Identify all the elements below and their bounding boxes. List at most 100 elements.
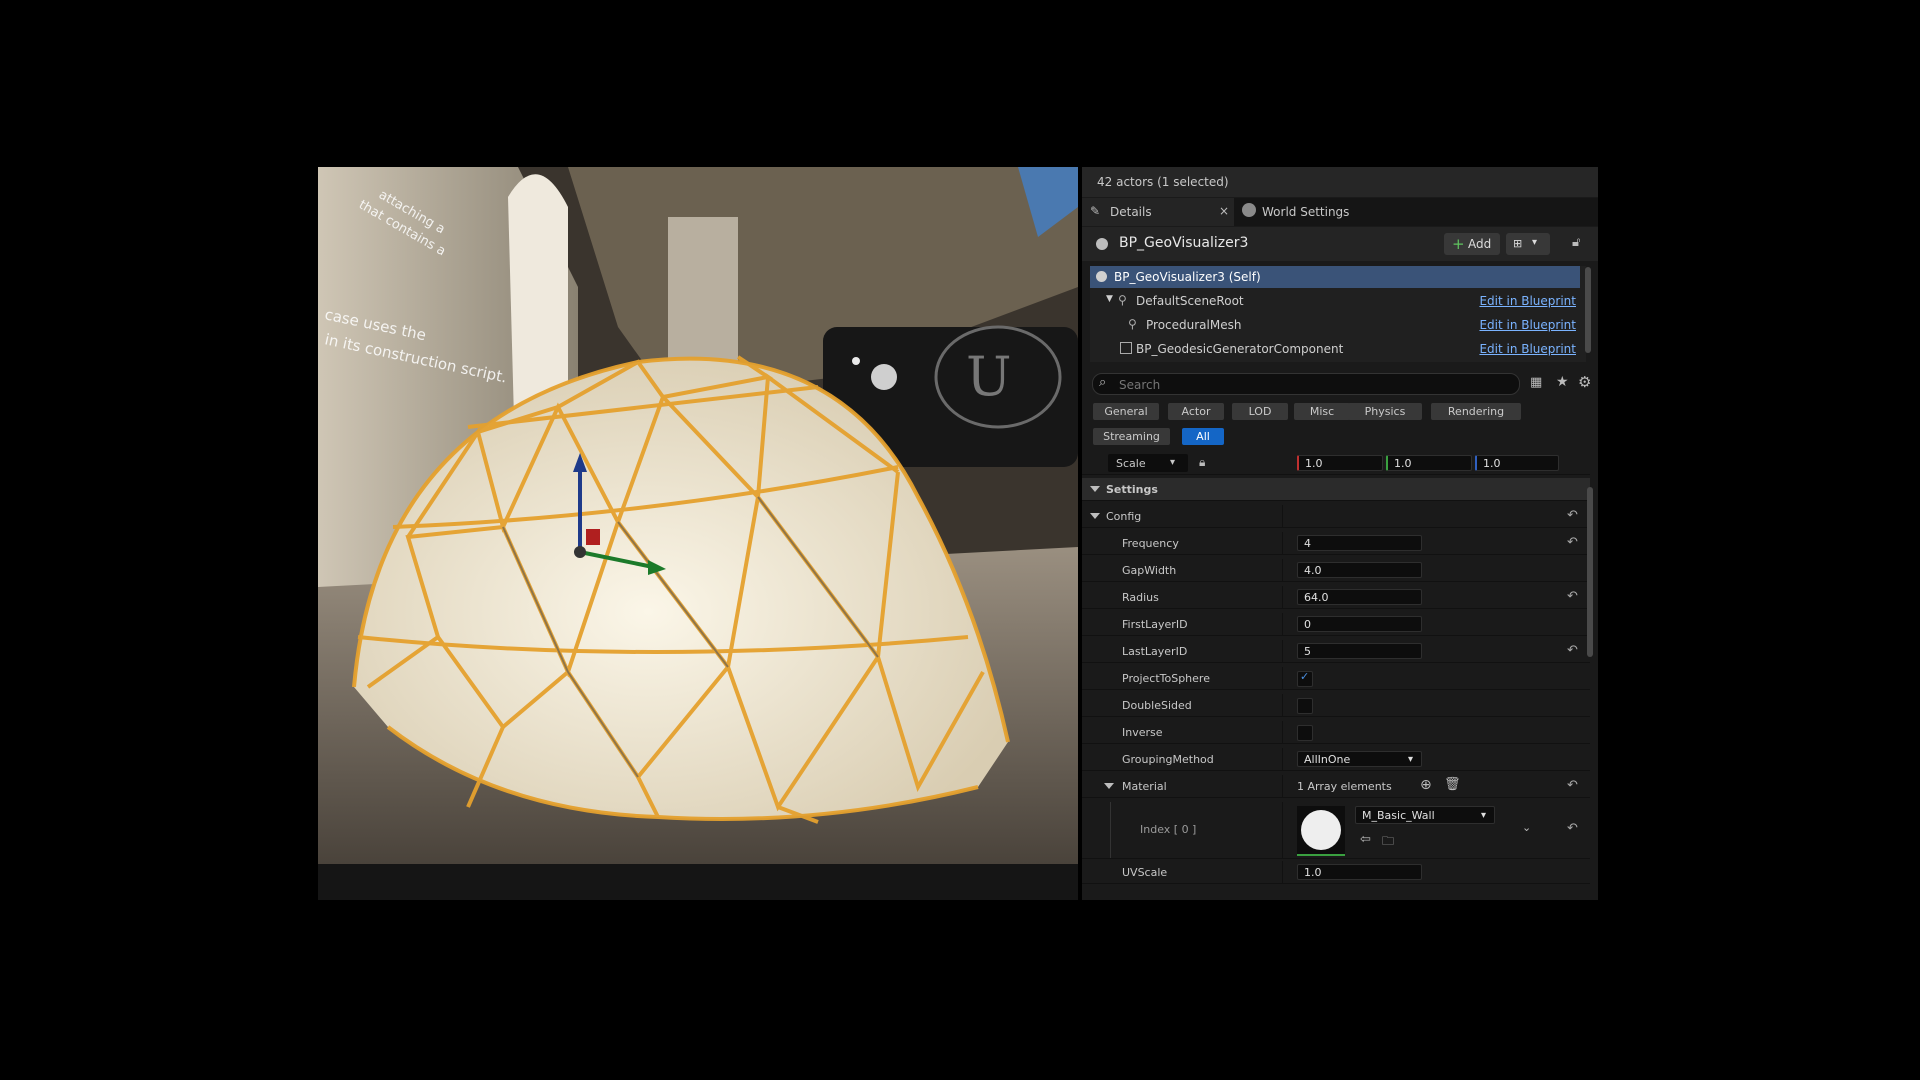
filter-all[interactable]: All (1182, 428, 1224, 445)
filter-actor[interactable]: Actor (1168, 403, 1224, 420)
column-divider (1282, 802, 1283, 858)
tree-scrollbar[interactable] (1585, 267, 1591, 353)
filter-physics[interactable]: Physics (1348, 403, 1422, 420)
add-component-button[interactable]: + Add (1444, 233, 1500, 255)
doublesided-checkbox[interactable] (1297, 698, 1313, 714)
table-view-icon[interactable]: ▦ (1530, 375, 1542, 390)
trash-icon[interactable]: 🗑︎ (1444, 777, 1461, 792)
actor-header: BP_GeoVisualizer3 + Add ⊞ ▾ 🔓︎ (1082, 227, 1598, 261)
tree-item-label: BP_GeodesicGeneratorComponent (1136, 342, 1344, 356)
actor-sphere-icon (1096, 271, 1107, 282)
tree-item-label: DefaultSceneRoot (1136, 294, 1244, 308)
scale-z-field[interactable]: 1.0 (1475, 455, 1559, 471)
tab-world-settings-label: World Settings (1262, 205, 1350, 219)
star-icon[interactable]: ★ (1556, 374, 1569, 390)
column-divider (1282, 532, 1283, 554)
reset-icon[interactable]: ↶ (1567, 589, 1578, 604)
tab-world-settings[interactable]: World Settings (1236, 198, 1376, 226)
scale-mode-select[interactable]: Scale ▾ (1108, 454, 1188, 472)
prop-label: GapWidth (1122, 564, 1177, 577)
section-settings-label: Settings (1106, 483, 1158, 496)
details-scrollbar[interactable] (1587, 487, 1593, 657)
tab-details[interactable]: ✎ Details × (1082, 198, 1234, 226)
prop-uvscale: UVScale 1.0 (1082, 861, 1590, 884)
column-divider (1282, 559, 1283, 581)
search-input[interactable] (1117, 375, 1511, 394)
panel-tabs: ✎ Details × World Settings (1082, 198, 1598, 226)
blueprint-options-button[interactable]: ⊞ ▾ (1506, 233, 1550, 255)
projecttosphere-checkbox[interactable]: ✓ (1297, 670, 1313, 687)
gapwidth-input[interactable]: 4.0 (1297, 562, 1422, 578)
uvscale-input[interactable]: 1.0 (1297, 864, 1422, 880)
filter-lod[interactable]: LOD (1232, 403, 1288, 420)
filter-rendering[interactable]: Rendering (1431, 403, 1521, 420)
prop-label: GroupingMethod (1122, 753, 1214, 766)
subsection-config[interactable]: Config ↶ (1082, 505, 1590, 528)
expand-arrow-icon[interactable] (1104, 783, 1114, 789)
prop-projecttosphere: ProjectToSphere ✓ (1082, 667, 1590, 690)
details-panel: 42 actors (1 selected) ✎ Details × World… (1082, 167, 1598, 900)
reset-icon[interactable]: ↶ (1567, 508, 1578, 523)
lock-icon[interactable]: 🔒︎ (1199, 455, 1205, 470)
tree-item-self[interactable]: BP_GeoVisualizer3 (Self) (1090, 266, 1580, 288)
search-icon: ⌕ (1099, 375, 1107, 390)
add-element-icon[interactable]: ⊕ (1420, 777, 1432, 793)
edit-in-blueprint-link[interactable]: Edit in Blueprint (1479, 318, 1576, 332)
reset-icon[interactable]: ↶ (1567, 643, 1578, 658)
prop-label: ProjectToSphere (1122, 672, 1210, 685)
prop-inverse: Inverse (1082, 721, 1590, 744)
edit-in-blueprint-link[interactable]: Edit in Blueprint (1479, 342, 1576, 356)
inverse-checkbox[interactable] (1297, 725, 1313, 741)
actor-component-icon (1120, 342, 1132, 354)
lastlayerid-input[interactable]: 5 (1297, 643, 1422, 659)
actor-count-label: 42 actors (1 selected) (1097, 175, 1229, 189)
prop-label: Index [ 0 ] (1140, 823, 1197, 836)
tab-details-label: Details (1110, 205, 1152, 219)
scene-component-icon: ⚲ (1118, 293, 1127, 307)
reset-icon[interactable]: ↶ (1567, 778, 1578, 793)
viewport-status-bar (318, 864, 1078, 900)
prop-gapwidth: GapWidth 4.0 (1082, 559, 1590, 582)
actor-sphere-icon (1096, 238, 1108, 250)
filter-general[interactable]: General (1093, 403, 1159, 420)
globe-icon (1242, 203, 1256, 217)
material-asset-picker[interactable]: M_Basic_Wall ▾ (1355, 806, 1495, 824)
firstlayerid-input[interactable]: 0 (1297, 616, 1422, 632)
gear-icon[interactable]: ⚙ (1578, 373, 1591, 391)
component-tree: BP_GeoVisualizer3 (Self) ▼ ⚲ DefaultScen… (1090, 266, 1586, 362)
chevron-down-icon[interactable]: ⌄ (1522, 821, 1531, 834)
use-selected-icon[interactable]: ⇦ (1360, 832, 1371, 847)
svg-text:U: U (966, 345, 1012, 408)
scale-x-field[interactable]: 1.0 (1297, 455, 1383, 471)
reset-icon[interactable]: ↶ (1567, 821, 1578, 836)
prop-label: Inverse (1122, 726, 1163, 739)
column-divider (1282, 775, 1283, 797)
tree-item-defaultsceneroot[interactable]: ▼ ⚲ DefaultSceneRoot Edit in Blueprint (1090, 290, 1580, 312)
add-button-label: Add (1468, 237, 1492, 251)
prop-label: LastLayerID (1122, 645, 1188, 658)
tree-item-proceduralmesh[interactable]: ⚲ ProceduralMesh Edit in Blueprint (1090, 314, 1580, 336)
details-search: ⌕ (1092, 373, 1520, 395)
browse-folder-icon[interactable]: 🗀︎ (1382, 832, 1394, 853)
tree-item-geodesicgenerator[interactable]: BP_GeodesicGeneratorComponent Edit in Bl… (1090, 338, 1580, 360)
subsection-config-label: Config (1106, 510, 1142, 523)
scale-y-field[interactable]: 1.0 (1386, 455, 1472, 471)
section-settings[interactable]: Settings (1082, 478, 1590, 501)
prop-radius: Radius 64.0 ↶ (1082, 586, 1590, 609)
expand-arrow-icon[interactable]: ▼ (1106, 294, 1113, 304)
filter-streaming[interactable]: Streaming (1093, 428, 1170, 445)
groupingmethod-value: AllInOne (1304, 753, 1351, 766)
material-thumbnail[interactable] (1297, 806, 1345, 856)
filter-misc[interactable]: Misc (1294, 403, 1350, 420)
reset-icon[interactable]: ↶ (1567, 535, 1578, 550)
close-icon[interactable]: × (1219, 204, 1229, 218)
groupingmethod-select[interactable]: AllInOne ▾ (1297, 751, 1422, 767)
lock-icon[interactable]: 🔓︎ (1572, 235, 1580, 250)
mesh-component-icon: ⚲ (1128, 317, 1137, 331)
frequency-input[interactable]: 4 (1297, 535, 1422, 551)
edit-in-blueprint-link[interactable]: Edit in Blueprint (1479, 294, 1576, 308)
outliner-footer: 42 actors (1 selected) (1082, 167, 1598, 197)
prop-label: Radius (1122, 591, 1159, 604)
level-viewport[interactable]: U case uses the in its construction scri… (318, 167, 1078, 864)
radius-input[interactable]: 64.0 (1297, 589, 1422, 605)
